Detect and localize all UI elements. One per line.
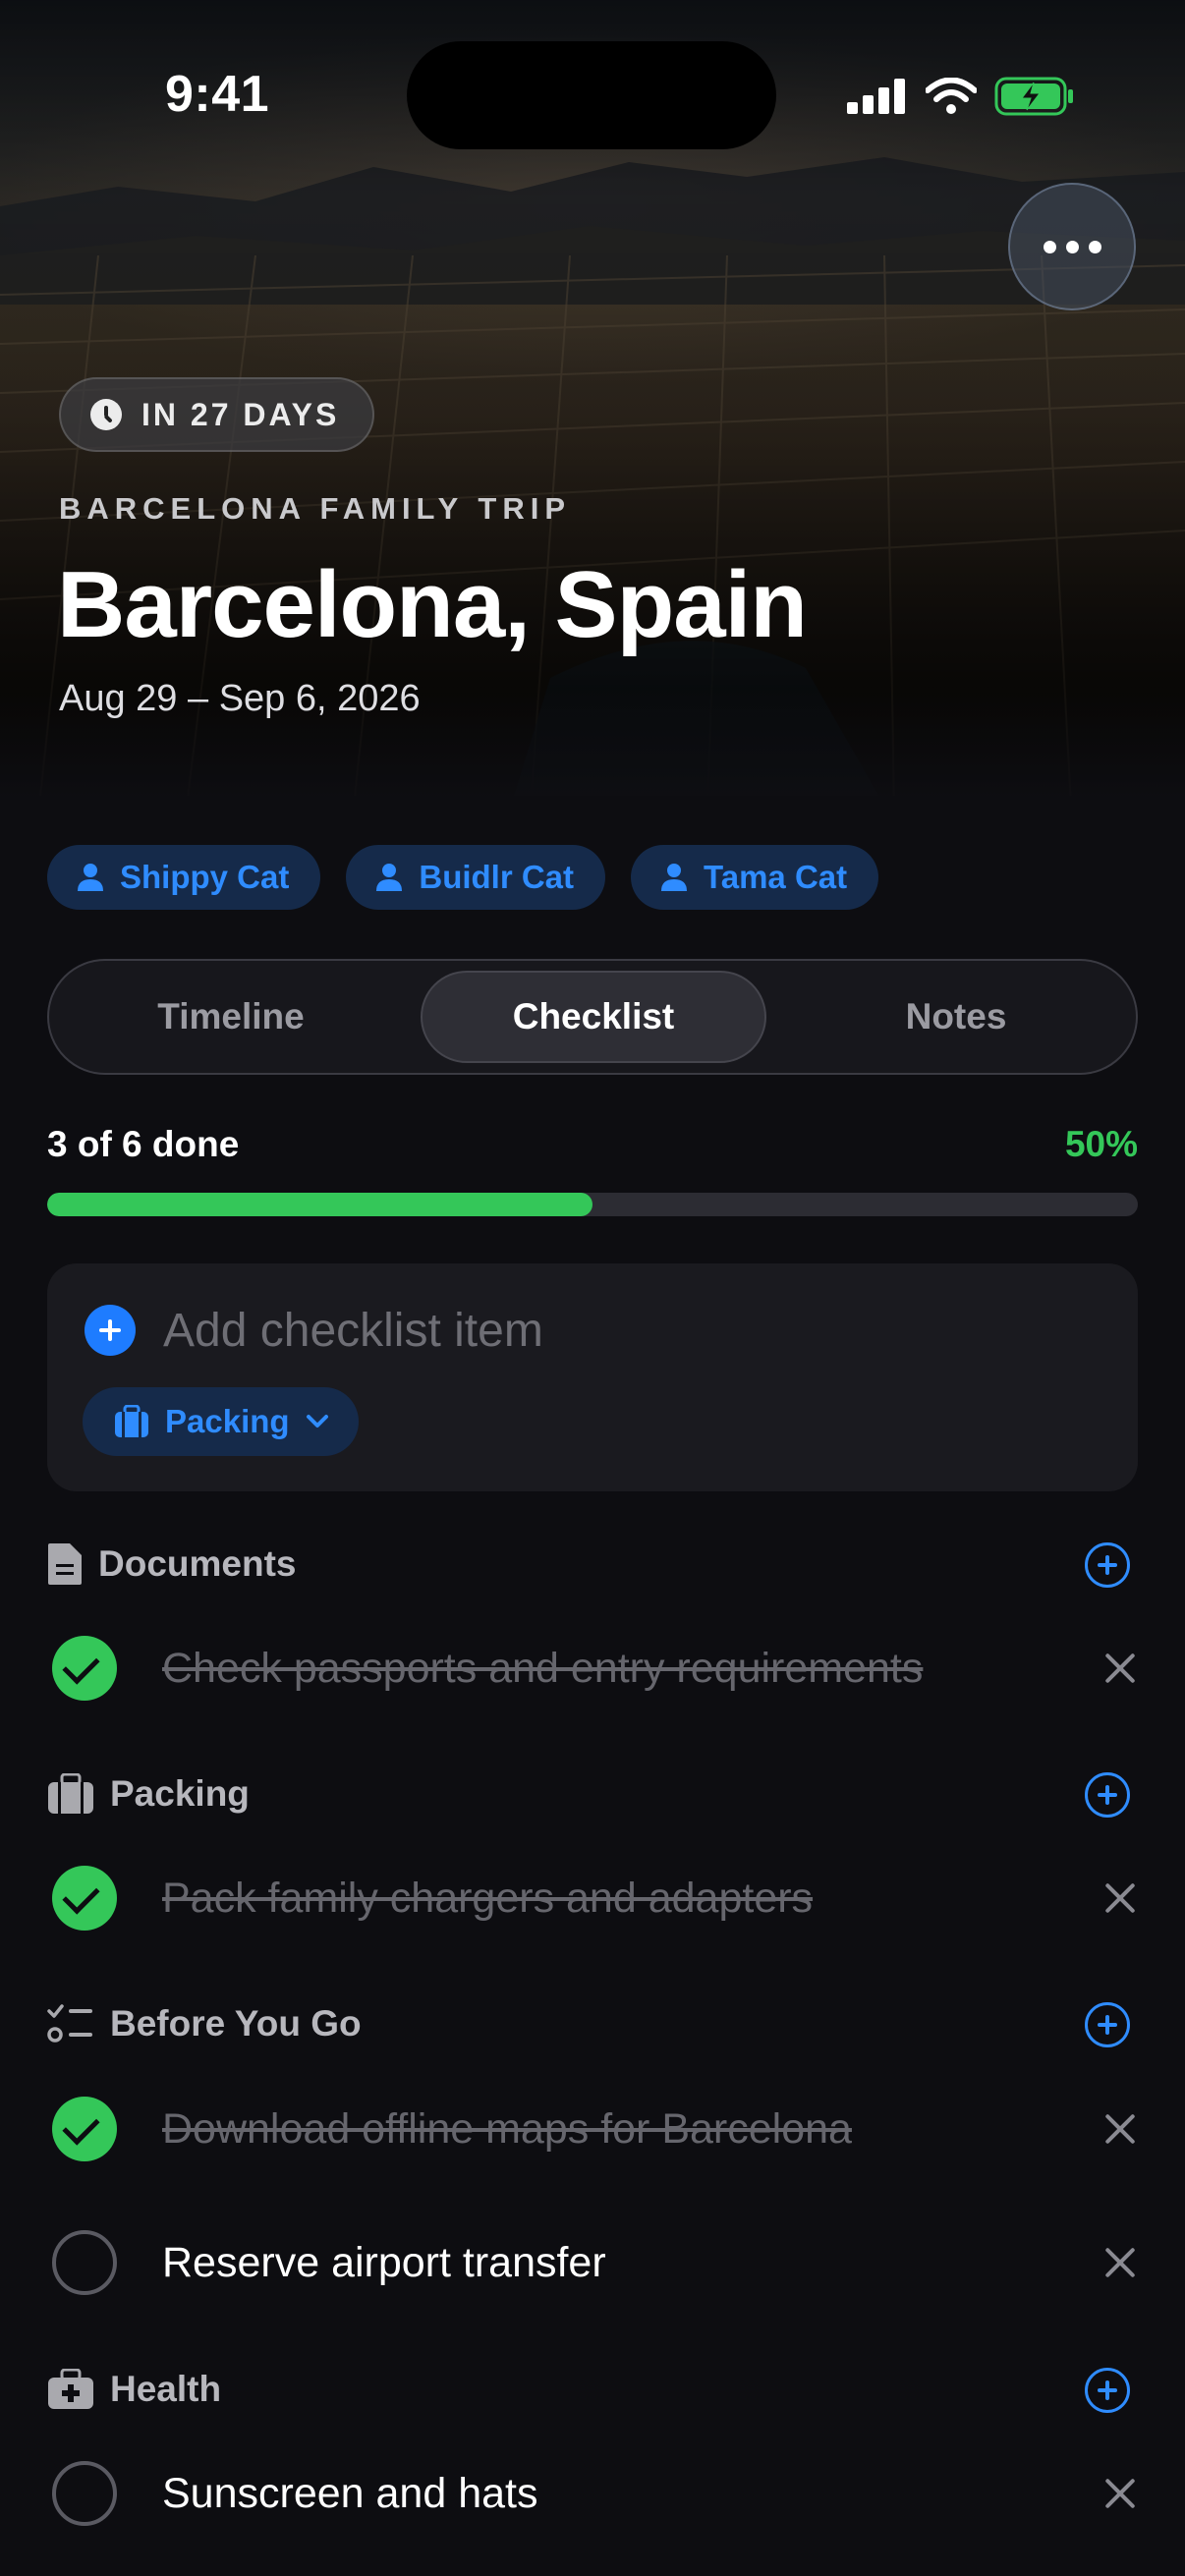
dynamic-island [407,41,776,149]
tab-checklist[interactable]: Checklist [421,971,766,1063]
person-icon [661,864,688,891]
countdown-text: IN 27 DAYS [141,396,340,432]
category-picker[interactable]: Packing [83,1387,359,1456]
trip-dates: Aug 29 – Sep 6, 2026 [59,678,421,719]
wifi-icon [926,78,977,114]
section-header-health: Health [47,2360,1138,2419]
suitcase-icon [48,1773,93,1814]
person-icon [376,864,403,891]
delete-item-icon[interactable] [1102,2111,1138,2147]
section-title: Health [110,2369,222,2409]
section-title: Documents [98,1543,297,1584]
section-add-button[interactable] [1085,1542,1130,1588]
traveler-name: Shippy Cat [120,859,290,895]
section-title: Before You Go [110,2003,362,2044]
checklist-item: Sunscreen and hats [47,2454,1138,2533]
progress-label: 3 of 6 done [47,1124,240,1164]
progress-percent: 50% [1064,1124,1138,1164]
item-text: Sunscreen and hats [162,2469,538,2517]
section-add-button[interactable] [1085,2002,1130,2047]
progress-bar [47,1193,1138,1216]
traveler-chips: Shippy Cat Buidlr Cat Tama Cat [47,845,879,910]
item-checkbox[interactable] [52,2461,117,2526]
add-item-input[interactable] [163,1291,1087,1370]
tab-timeline[interactable]: Timeline [59,971,403,1063]
item-checkbox[interactable] [52,1636,117,1701]
page-title: Barcelona, Spain [57,552,808,657]
cellular-signal-icon [847,79,905,114]
trip-name-label: BARCELONA FAMILY TRIP [59,491,571,526]
section-add-button[interactable] [1085,2368,1130,2413]
delete-item-icon[interactable] [1102,1880,1138,1916]
item-text: Pack family chargers and adapters [162,1874,814,1922]
chevron-down-icon [306,1415,328,1428]
section-header-packing: Packing [47,1764,1138,1823]
medical-kit-icon [48,2369,93,2409]
add-item-card: Packing [47,1263,1138,1491]
countdown-badge: IN 27 DAYS [59,377,375,452]
person-icon [78,864,103,891]
item-text: Check passports and entry requirements [162,1644,924,1692]
clock-icon [90,399,122,430]
delete-item-icon[interactable] [1102,1651,1138,1686]
section-header-documents: Documents [47,1535,1138,1594]
progress-fill [47,1193,592,1216]
checklist-item: Pack family chargers and adapters [47,1859,1138,1937]
traveler-name: Tama Cat [704,859,848,895]
status-time: 9:41 [165,66,270,123]
item-text: Download offline maps for Barcelona [162,2104,852,2153]
item-text: Reserve airport transfer [162,2238,606,2286]
more-options-button[interactable] [1008,183,1136,310]
traveler-chip[interactable]: Buidlr Cat [346,845,606,910]
checklist-item: Reserve airport transfer [47,2223,1138,2302]
view-segmented-control: Timeline Checklist Notes [47,959,1138,1075]
section-add-button[interactable] [1085,1772,1130,1818]
status-icons [847,73,1075,120]
suitcase-icon [115,1405,148,1437]
item-checkbox[interactable] [52,1866,117,1931]
checklist-item: Check passports and entry requirements [47,1629,1138,1708]
checklist-item: Download offline maps for Barcelona [47,2090,1138,2168]
tab-notes[interactable]: Notes [784,971,1128,1063]
traveler-chip[interactable]: Tama Cat [631,845,879,910]
section-header-before-you-go: Before You Go [47,1994,1138,2053]
traveler-name: Buidlr Cat [419,859,575,895]
add-item-plus-icon[interactable] [85,1305,136,1356]
document-icon [48,1543,82,1585]
battery-charging-icon [994,77,1073,116]
item-checkbox[interactable] [52,2097,117,2161]
delete-item-icon[interactable] [1102,2245,1138,2280]
delete-item-icon[interactable] [1102,2476,1138,2511]
checklist-icon [47,2004,92,2043]
category-label: Packing [165,1403,290,1439]
ellipsis-icon [1043,240,1056,253]
traveler-chip[interactable]: Shippy Cat [47,845,321,910]
item-checkbox[interactable] [52,2230,117,2295]
section-title: Packing [110,1773,250,1814]
